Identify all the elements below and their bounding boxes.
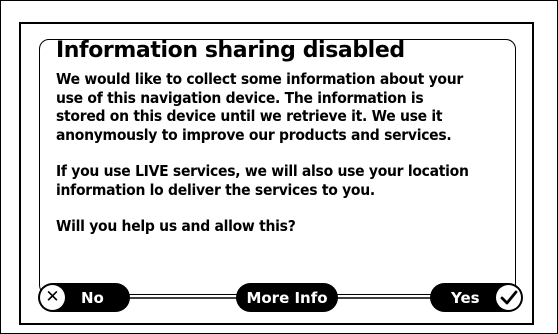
- dialog-title: Information sharing disabled: [56, 38, 405, 63]
- checkmark-icon: [496, 285, 521, 310]
- more-info-button[interactable]: More Info: [236, 283, 338, 312]
- dialog-paragraph-collection: We would like to collect some informatio…: [56, 70, 463, 144]
- dialog-paragraph-question: Will you help us and allow this?: [56, 217, 296, 235]
- more-info-button-label: More Info: [246, 288, 328, 307]
- dialog-body: We would like to collect some informatio…: [56, 70, 476, 236]
- no-button-label: No: [81, 288, 104, 307]
- no-button[interactable]: ✕ No: [38, 283, 130, 312]
- yes-button[interactable]: Yes: [430, 283, 523, 312]
- close-icon: ✕: [40, 285, 65, 310]
- yes-button-label: Yes: [451, 288, 480, 307]
- dialog-paragraph-live-services: If you use LIVE services, we will also u…: [56, 162, 469, 199]
